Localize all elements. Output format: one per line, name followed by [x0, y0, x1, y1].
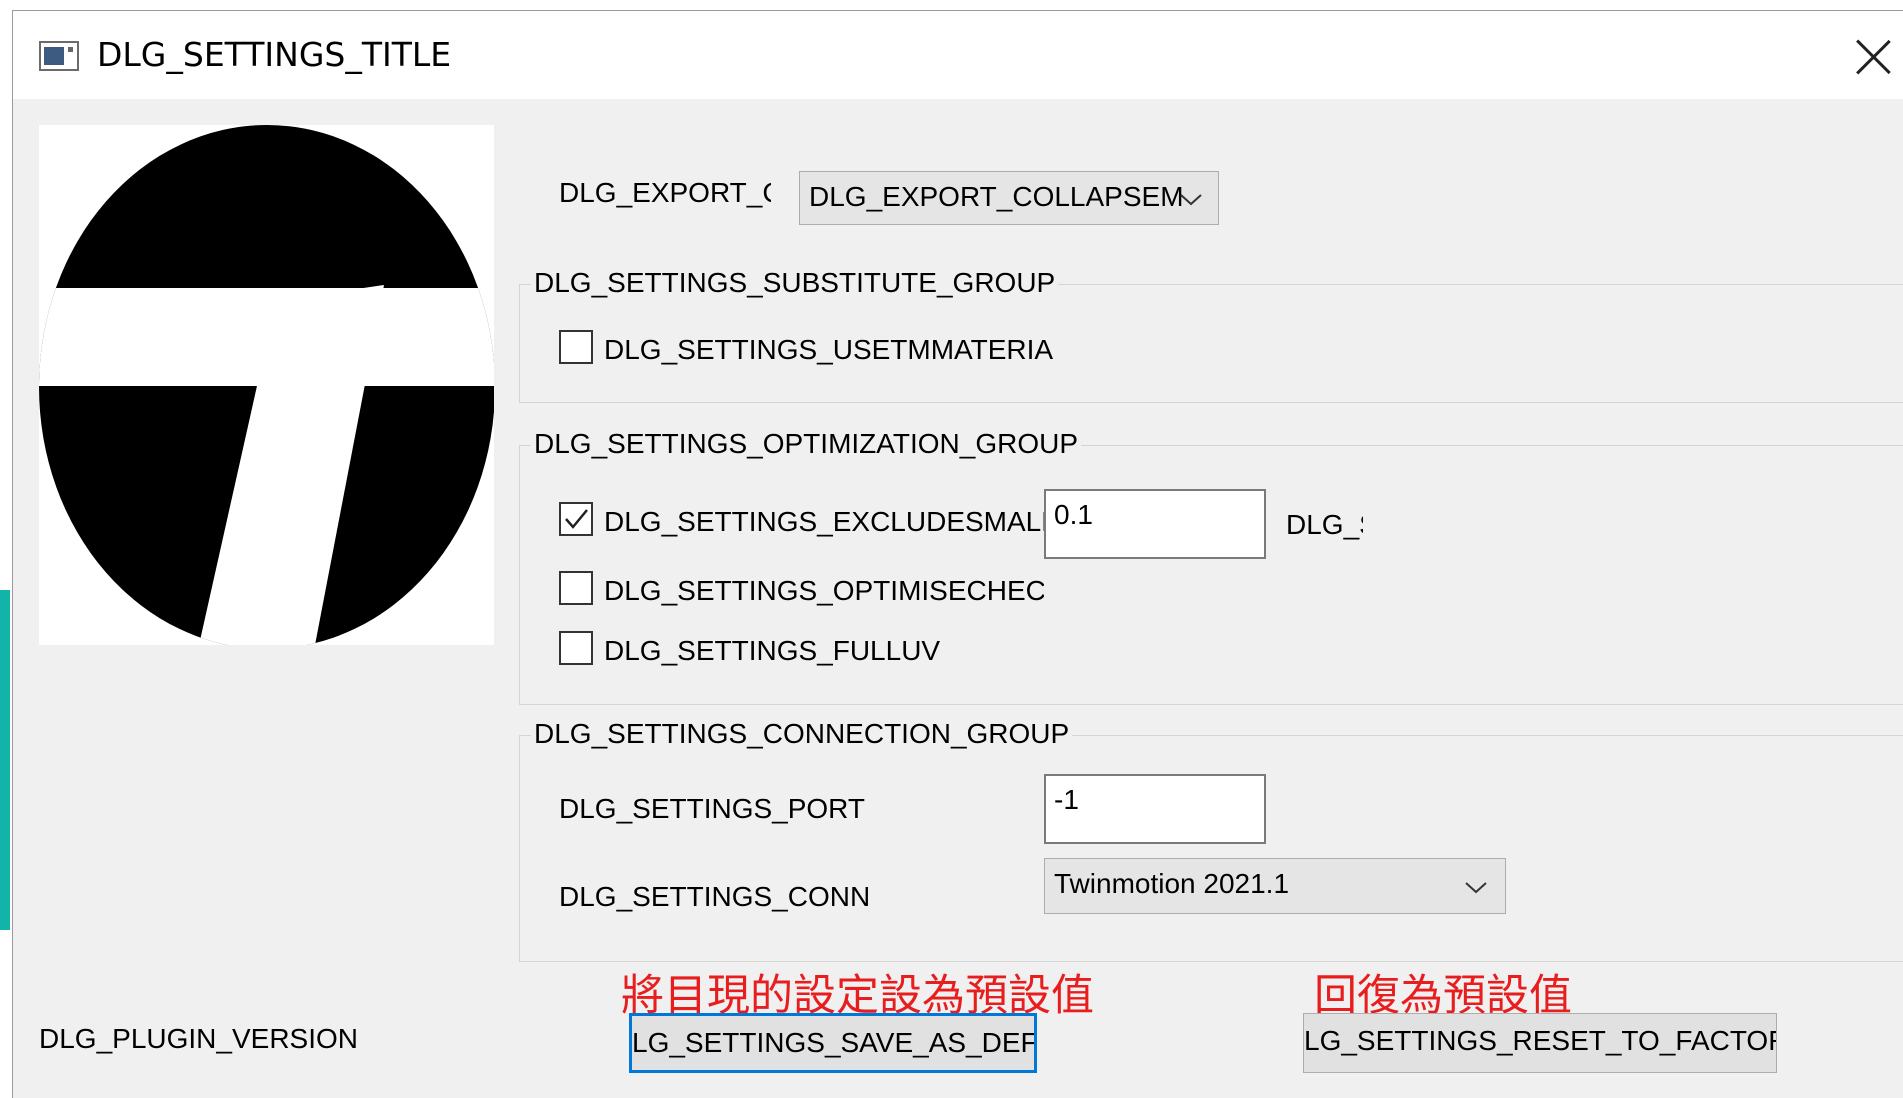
chevron-down-icon — [1180, 194, 1202, 206]
save-as-default-button[interactable]: LG_SETTINGS_SAVE_AS_DEFAU — [629, 1013, 1037, 1073]
port-label: DLG_SETTINGS_PORT — [559, 793, 866, 824]
exclude-small-checkbox[interactable] — [559, 502, 593, 536]
export-label: DLG_EXPORT_C — [559, 177, 771, 208]
background-teal-strip — [0, 590, 10, 930]
connection-combo[interactable]: Twinmotion 2021.1 — [1044, 858, 1506, 914]
use-tm-materials-checkbox[interactable] — [559, 330, 593, 364]
full-uv-checkbox[interactable] — [559, 631, 593, 665]
window-title: DLG_SETTINGS_TITLE — [97, 35, 452, 74]
connection-label: DLG_SETTINGS_CONN — [559, 881, 871, 912]
chevron-down-icon — [1465, 882, 1487, 894]
use-tm-materials-label: DLG_SETTINGS_USETMMATERIA — [604, 334, 1054, 365]
title-bar: DLG_SETTINGS_TITLE — [13, 11, 1903, 99]
exclude-small-unit-label: DLG_S — [1286, 509, 1363, 540]
reset-to-factory-button[interactable]: LG_SETTINGS_RESET_TO_FACTOR — [1303, 1013, 1777, 1073]
exclude-small-label: DLG_SETTINGS_EXCLUDESMALL( — [604, 506, 1044, 537]
optimization-group-title: DLG_SETTINGS_OPTIMIZATION_GROUP — [531, 428, 1082, 460]
full-uv-label: DLG_SETTINGS_FULLUV — [604, 635, 941, 666]
optimise-label: DLG_SETTINGS_OPTIMISECHECK — [604, 575, 1044, 606]
plugin-version-label: DLG_PLUGIN_VERSION — [39, 1023, 358, 1054]
export-combo[interactable]: DLG_EXPORT_COLLAPSEM — [799, 171, 1219, 225]
connection-group — [519, 735, 1903, 962]
connection-group-title: DLG_SETTINGS_CONNECTION_GROUP — [531, 718, 1073, 750]
optimise-checkbox[interactable] — [559, 571, 593, 605]
checkmark-icon — [565, 509, 588, 529]
twinmotion-logo — [39, 125, 494, 645]
port-input[interactable]: -1 — [1044, 774, 1266, 844]
exclude-small-value-input[interactable]: 0.1 — [1044, 489, 1266, 559]
settings-dialog: DLG_SETTINGS_TITLE DLG_EXPORT_C DLG_EXPO… — [12, 10, 1903, 1098]
app-window-icon — [39, 41, 79, 71]
substitute-group-title: DLG_SETTINGS_SUBSTITUTE_GROUP — [531, 267, 1059, 299]
close-icon[interactable] — [1853, 37, 1893, 77]
background-window-edge — [0, 0, 12, 1097]
export-combo-value: DLG_EXPORT_COLLAPSEM — [809, 181, 1184, 212]
connection-combo-value: Twinmotion 2021.1 — [1054, 868, 1290, 899]
